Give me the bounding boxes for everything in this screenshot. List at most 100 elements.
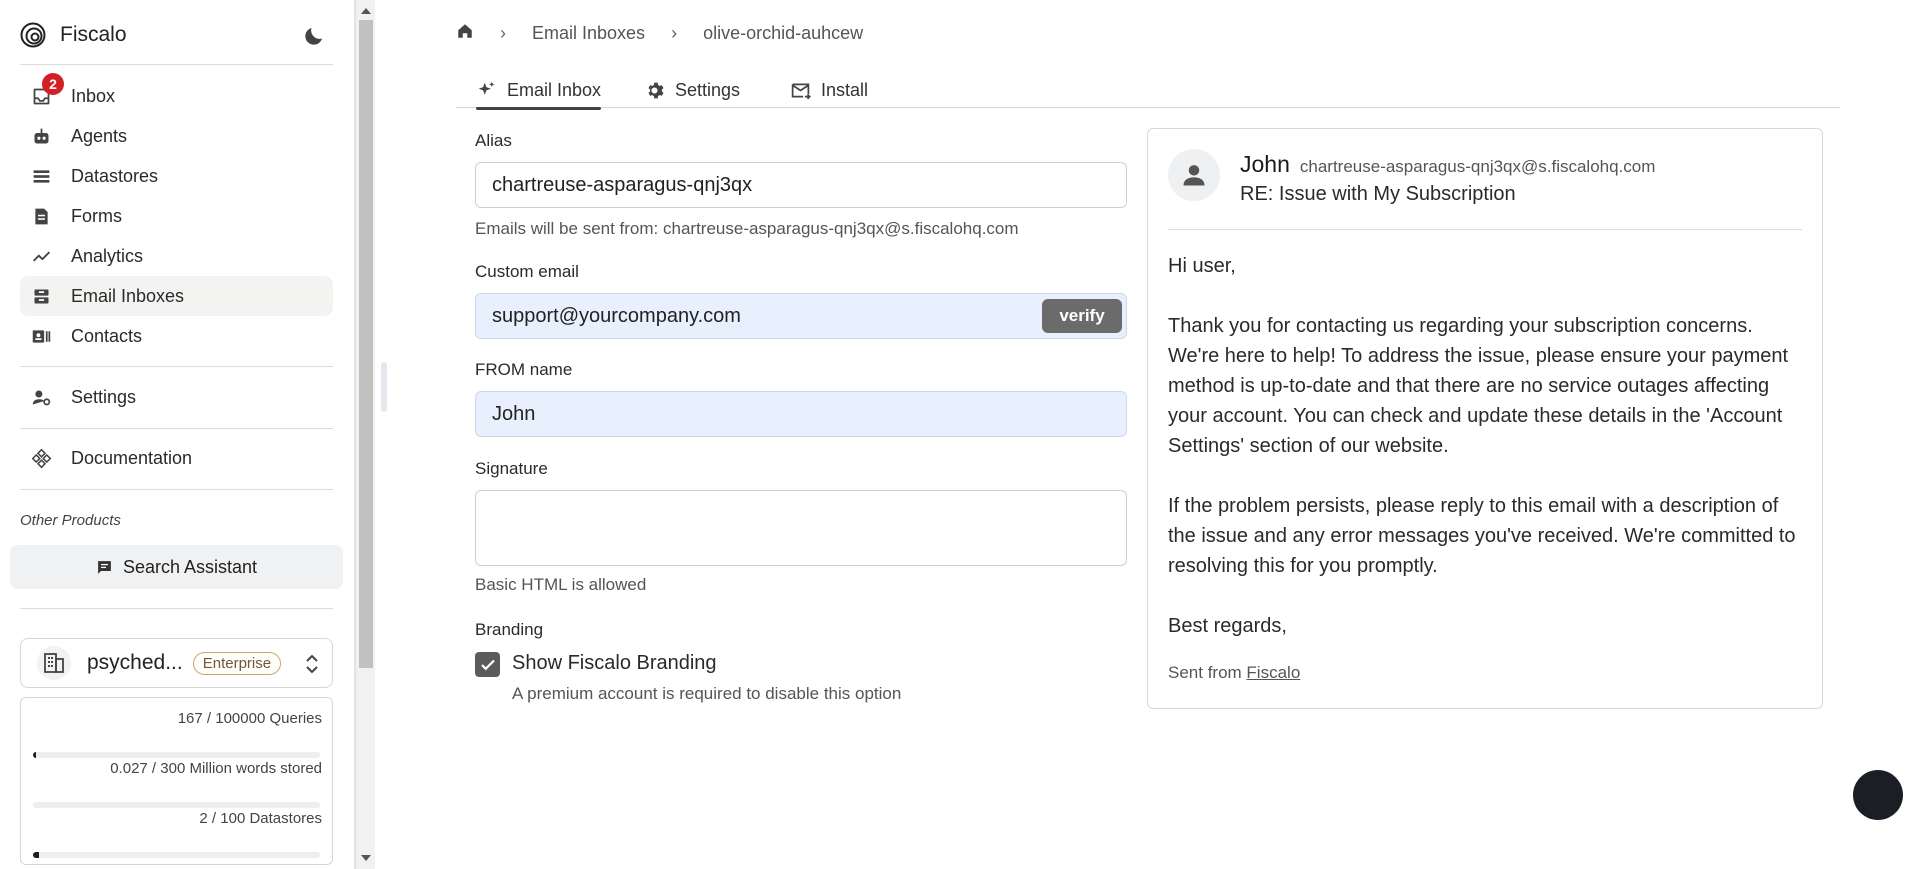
panel-resize-handle[interactable] xyxy=(381,362,387,412)
usage-text: 2 / 100 Datastores xyxy=(199,810,322,827)
usage-bar xyxy=(33,802,320,808)
scroll-up-arrow-icon[interactable] xyxy=(361,8,371,14)
tab-email-inbox[interactable]: Email Inbox xyxy=(476,72,602,110)
gear-icon xyxy=(648,82,664,98)
sidebar-item-forms[interactable]: Forms xyxy=(20,196,333,236)
preview-body: Hi user, Thank you for contacting us reg… xyxy=(1168,251,1808,671)
scroll-down-arrow-icon[interactable] xyxy=(361,855,371,861)
chat-launcher-button[interactable] xyxy=(1853,770,1903,820)
breadcrumb-email-inboxes[interactable]: Email Inboxes xyxy=(532,23,645,44)
chat-icon xyxy=(98,560,111,574)
sidebar-item-contacts[interactable]: Contacts xyxy=(20,316,333,356)
divider xyxy=(20,428,333,429)
sidebar-item-settings[interactable]: Settings xyxy=(20,377,333,417)
sidebar-item-agents[interactable]: Agents xyxy=(20,116,333,156)
organization-name: psyched... xyxy=(87,651,183,674)
show-branding-checkbox[interactable] xyxy=(475,652,500,677)
chevron-up-down-icon xyxy=(306,654,318,674)
preview-paragraph: If the problem persists, please reply to… xyxy=(1168,495,1796,577)
inbox-badge: 2 xyxy=(42,73,64,95)
search-assistant-button[interactable]: Search Assistant xyxy=(10,545,343,589)
sparkles-icon xyxy=(478,81,495,95)
sidebar-item-label: Email Inboxes xyxy=(71,285,185,306)
tab-label: Email Inbox xyxy=(507,79,602,100)
usage-bar xyxy=(33,752,320,758)
user-settings-icon xyxy=(30,386,52,408)
usage-text: 167 / 100000 Queries xyxy=(177,710,322,727)
chevron-right-icon: › xyxy=(671,23,678,43)
preview-from: John chartreuse-asparagus-qnj3qx@s.fisca… xyxy=(1240,151,1655,178)
sidebar-item-label: Contacts xyxy=(71,325,143,346)
sent-from-prefix: Sent from xyxy=(1168,663,1247,682)
preview-paragraph: Hi user, xyxy=(1168,255,1236,277)
avatar xyxy=(1168,149,1220,201)
usage-bar xyxy=(33,852,320,858)
alias-input[interactable] xyxy=(475,162,1127,208)
scroll-thumb[interactable] xyxy=(359,20,373,668)
from-name-input[interactable] xyxy=(475,391,1127,437)
preview-from-name: John xyxy=(1240,151,1290,177)
preview-sent-from: Sent from Fiscalo xyxy=(1168,663,1300,683)
alias-helper: Emails will be sent from: chartreuse-asp… xyxy=(475,219,1019,238)
email-preview: John chartreuse-asparagus-qnj3qx@s.fisca… xyxy=(1147,128,1823,709)
tab-label: Install xyxy=(821,79,869,100)
fiscalo-link[interactable]: Fiscalo xyxy=(1246,663,1300,682)
sidebar-item-analytics[interactable]: Analytics xyxy=(20,236,333,276)
dark-mode-toggle[interactable] xyxy=(302,24,326,48)
usage-text: 0.027 / 300 Million words stored xyxy=(110,760,322,777)
search-assistant-label: Search Assistant xyxy=(122,556,258,577)
fiscalo-logo-icon xyxy=(20,22,46,48)
check-icon xyxy=(480,659,495,670)
brand[interactable]: Fiscalo xyxy=(20,22,127,48)
sidebar-item-inbox[interactable]: 2 Inbox xyxy=(20,73,333,116)
trending-icon xyxy=(30,245,52,267)
sidebar-item-email-inboxes[interactable]: Email Inboxes xyxy=(20,276,333,316)
signature-helper: Basic HTML is allowed xyxy=(475,575,647,594)
tab-settings[interactable]: Settings xyxy=(644,72,740,108)
sidebar-item-label: Forms xyxy=(71,205,122,226)
signature-label: Signature xyxy=(475,459,548,478)
sidebar-item-label: Inbox xyxy=(71,85,116,106)
list-icon xyxy=(30,165,52,187)
tab-label: Settings xyxy=(675,79,741,100)
sidebar-item-label: Documentation xyxy=(71,447,193,468)
tab-bar: Email Inbox Settings Install xyxy=(456,72,1840,110)
sidebar-item-label: Settings xyxy=(71,386,137,407)
divider xyxy=(1168,229,1802,230)
sidebar-item-label: Datastores xyxy=(71,165,159,186)
usage-fill xyxy=(33,802,36,808)
plan-badge: Enterprise xyxy=(192,651,282,675)
sidebar-item-label: Agents xyxy=(71,125,128,146)
preview-paragraph: Best regards, xyxy=(1168,615,1287,637)
documentation-icon xyxy=(30,447,52,469)
alias-label: Alias xyxy=(475,131,512,150)
sidebar-scrollbar[interactable] xyxy=(355,0,375,869)
show-branding-label[interactable]: Show Fiscalo Branding xyxy=(512,652,717,675)
other-products-label: Other Products xyxy=(20,512,121,529)
custom-email-input[interactable] xyxy=(475,293,1127,339)
branding-label: Branding xyxy=(475,620,544,639)
tab-install[interactable]: Install xyxy=(790,72,868,108)
sidebar-item-datastores[interactable]: Datastores xyxy=(20,156,333,196)
document-icon xyxy=(30,205,52,227)
signature-textarea[interactable] xyxy=(475,490,1127,566)
preview-subject: RE: Issue with My Subscription xyxy=(1240,183,1516,205)
contacts-icon xyxy=(30,325,52,347)
divider xyxy=(20,489,333,490)
inbox-icon: 2 xyxy=(30,73,64,107)
usage-panel: 167 / 100000 Queries 0.027 / 300 Million… xyxy=(20,697,333,865)
usage-fill xyxy=(33,852,39,858)
from-name-label: FROM name xyxy=(475,360,573,379)
usage-fill xyxy=(33,752,36,758)
brand-name: Fiscalo xyxy=(60,23,127,46)
moon-icon xyxy=(305,28,322,45)
chevron-right-icon: › xyxy=(500,23,506,43)
verify-button[interactable]: verify xyxy=(1042,299,1122,333)
organization-selector[interactable]: psyched... Enterprise xyxy=(20,638,333,688)
sidebar: Fiscalo 2 Inbox Agents Datastores Forms … xyxy=(0,0,355,869)
home-icon[interactable] xyxy=(456,22,474,45)
branding-helper: A premium account is required to disable… xyxy=(512,684,902,703)
breadcrumb-current[interactable]: olive-orchid-auhcew xyxy=(703,23,863,44)
preview-from-address: chartreuse-asparagus-qnj3qx@s.fiscalohq.… xyxy=(1299,157,1656,176)
sidebar-item-documentation[interactable]: Documentation xyxy=(20,438,333,478)
